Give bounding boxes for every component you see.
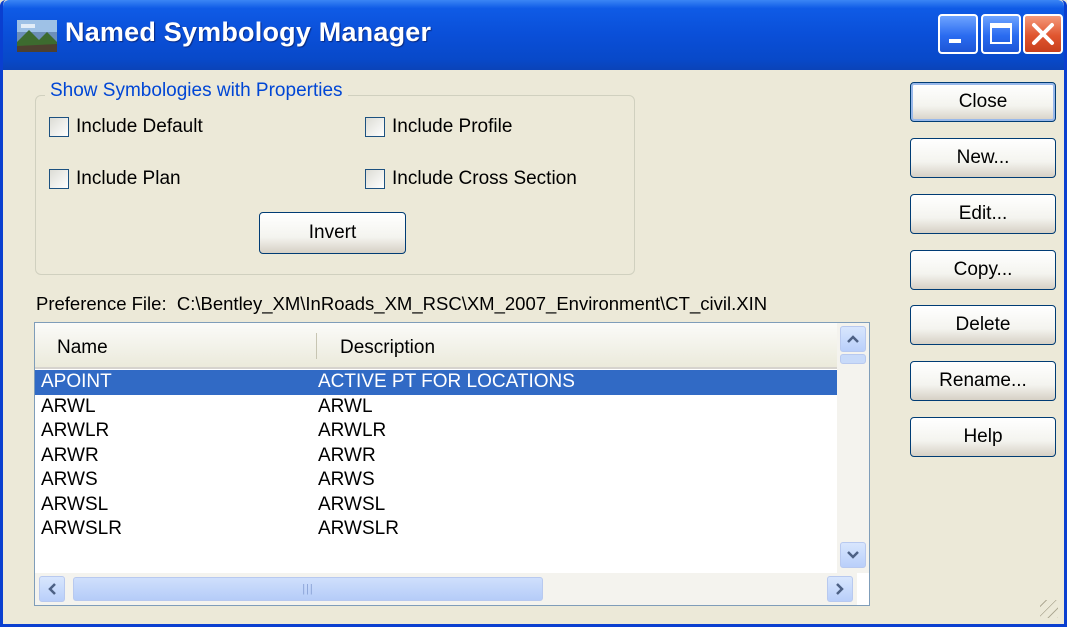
checkbox-box[interactable] — [49, 117, 69, 137]
grip-icon: ||| — [302, 583, 314, 595]
rename-button[interactable]: Rename... — [910, 361, 1056, 401]
list-rows: APOINT ACTIVE PT FOR LOCATIONS ARWL ARWL… — [35, 370, 857, 542]
list-item[interactable]: ARWSL ARWSL — [35, 493, 857, 518]
close-window-button[interactable] — [1023, 14, 1063, 54]
column-header-name[interactable]: Name — [57, 337, 108, 359]
checkbox-box[interactable] — [49, 169, 69, 189]
vertical-scrollbar[interactable] — [837, 323, 869, 573]
resize-grip-icon[interactable] — [1040, 600, 1058, 618]
list-item[interactable]: ARWL ARWL — [35, 395, 857, 420]
scroll-down-button[interactable] — [840, 542, 866, 568]
scroll-left-button[interactable] — [39, 576, 65, 602]
cell-name: ARWL — [41, 395, 96, 417]
checkbox-label: Include Profile — [392, 116, 513, 137]
cell-description: ARWLR — [318, 420, 387, 441]
close-button[interactable]: Close — [910, 82, 1056, 122]
help-button[interactable]: Help — [910, 417, 1056, 457]
cell-name: ARWR — [41, 444, 99, 466]
minimize-icon — [949, 39, 961, 43]
new-button[interactable]: New... — [910, 138, 1056, 178]
named-symbology-manager-window: Named Symbology Manager Show Symbologies… — [0, 0, 1067, 627]
list-item[interactable]: ARWLR ARWLR — [35, 419, 857, 444]
minimize-button[interactable] — [938, 14, 978, 54]
cell-description: ACTIVE PT FOR LOCATIONS — [318, 371, 575, 392]
cell-description: ARWR — [318, 444, 376, 466]
checkbox-label: Include Default — [76, 116, 203, 137]
copy-button[interactable]: Copy... — [910, 250, 1056, 290]
close-icon — [1032, 23, 1054, 45]
cell-name: ARWSLR — [41, 518, 122, 539]
edit-button[interactable]: Edit... — [910, 194, 1056, 234]
scroll-up-button[interactable] — [840, 326, 866, 352]
cell-description: ARWL — [318, 395, 373, 417]
list-header: Name Description — [35, 323, 857, 369]
cell-description: ARWSL — [318, 493, 386, 515]
horizontal-scroll-thumb[interactable]: ||| — [73, 577, 543, 601]
preference-file-line: Preference File: C:\Bentley_XM\InRoads_X… — [36, 293, 767, 315]
filter-group-label: Show Symbologies with Properties — [45, 80, 348, 102]
include-profile-checkbox[interactable]: Include Profile — [365, 116, 512, 138]
cell-name: ARWSL — [41, 493, 109, 515]
checkbox-label: Include Plan — [76, 168, 181, 189]
scroll-right-button[interactable] — [827, 576, 853, 602]
invert-button[interactable]: Invert — [259, 212, 406, 254]
cell-name: ARWS — [41, 469, 98, 490]
preference-file-path: C:\Bentley_XM\InRoads_XM_RSC\XM_2007_Env… — [176, 293, 768, 314]
app-icon — [17, 20, 57, 52]
title-bar[interactable]: Named Symbology Manager — [3, 0, 1064, 70]
checkbox-label: Include Cross Section — [392, 168, 577, 189]
preference-file-label: Preference File: — [36, 293, 167, 314]
column-header-description[interactable]: Description — [340, 337, 435, 359]
checkbox-box[interactable] — [365, 117, 385, 137]
symbology-list[interactable]: Name Description APOINT ACTIVE PT FOR LO… — [34, 322, 870, 606]
include-cross-section-checkbox[interactable]: Include Cross Section — [365, 168, 577, 190]
chevron-down-icon — [847, 551, 859, 559]
cell-description: ARWSLR — [318, 518, 399, 539]
checkbox-box[interactable] — [365, 169, 385, 189]
maximize-button[interactable] — [981, 14, 1021, 54]
cell-description: ARWS — [318, 469, 375, 490]
chevron-left-icon — [48, 583, 56, 595]
column-divider[interactable] — [316, 333, 317, 359]
cell-name: ARWLR — [41, 420, 110, 441]
horizontal-scrollbar[interactable]: ||| — [35, 573, 857, 605]
chevron-up-icon — [847, 335, 859, 343]
vertical-scroll-thumb[interactable] — [840, 354, 866, 364]
window-title: Named Symbology Manager — [65, 17, 432, 47]
chevron-right-icon — [836, 583, 844, 595]
cell-name: APOINT — [41, 371, 112, 392]
include-default-checkbox[interactable]: Include Default — [49, 116, 203, 138]
delete-button[interactable]: Delete — [910, 305, 1056, 345]
list-item[interactable]: ARWR ARWR — [35, 444, 857, 469]
list-item[interactable]: ARWS ARWS — [35, 468, 857, 493]
include-plan-checkbox[interactable]: Include Plan — [49, 168, 181, 190]
list-item[interactable]: ARWSLR ARWSLR — [35, 517, 857, 542]
maximize-icon — [990, 23, 1012, 44]
list-item[interactable]: APOINT ACTIVE PT FOR LOCATIONS — [35, 370, 857, 395]
